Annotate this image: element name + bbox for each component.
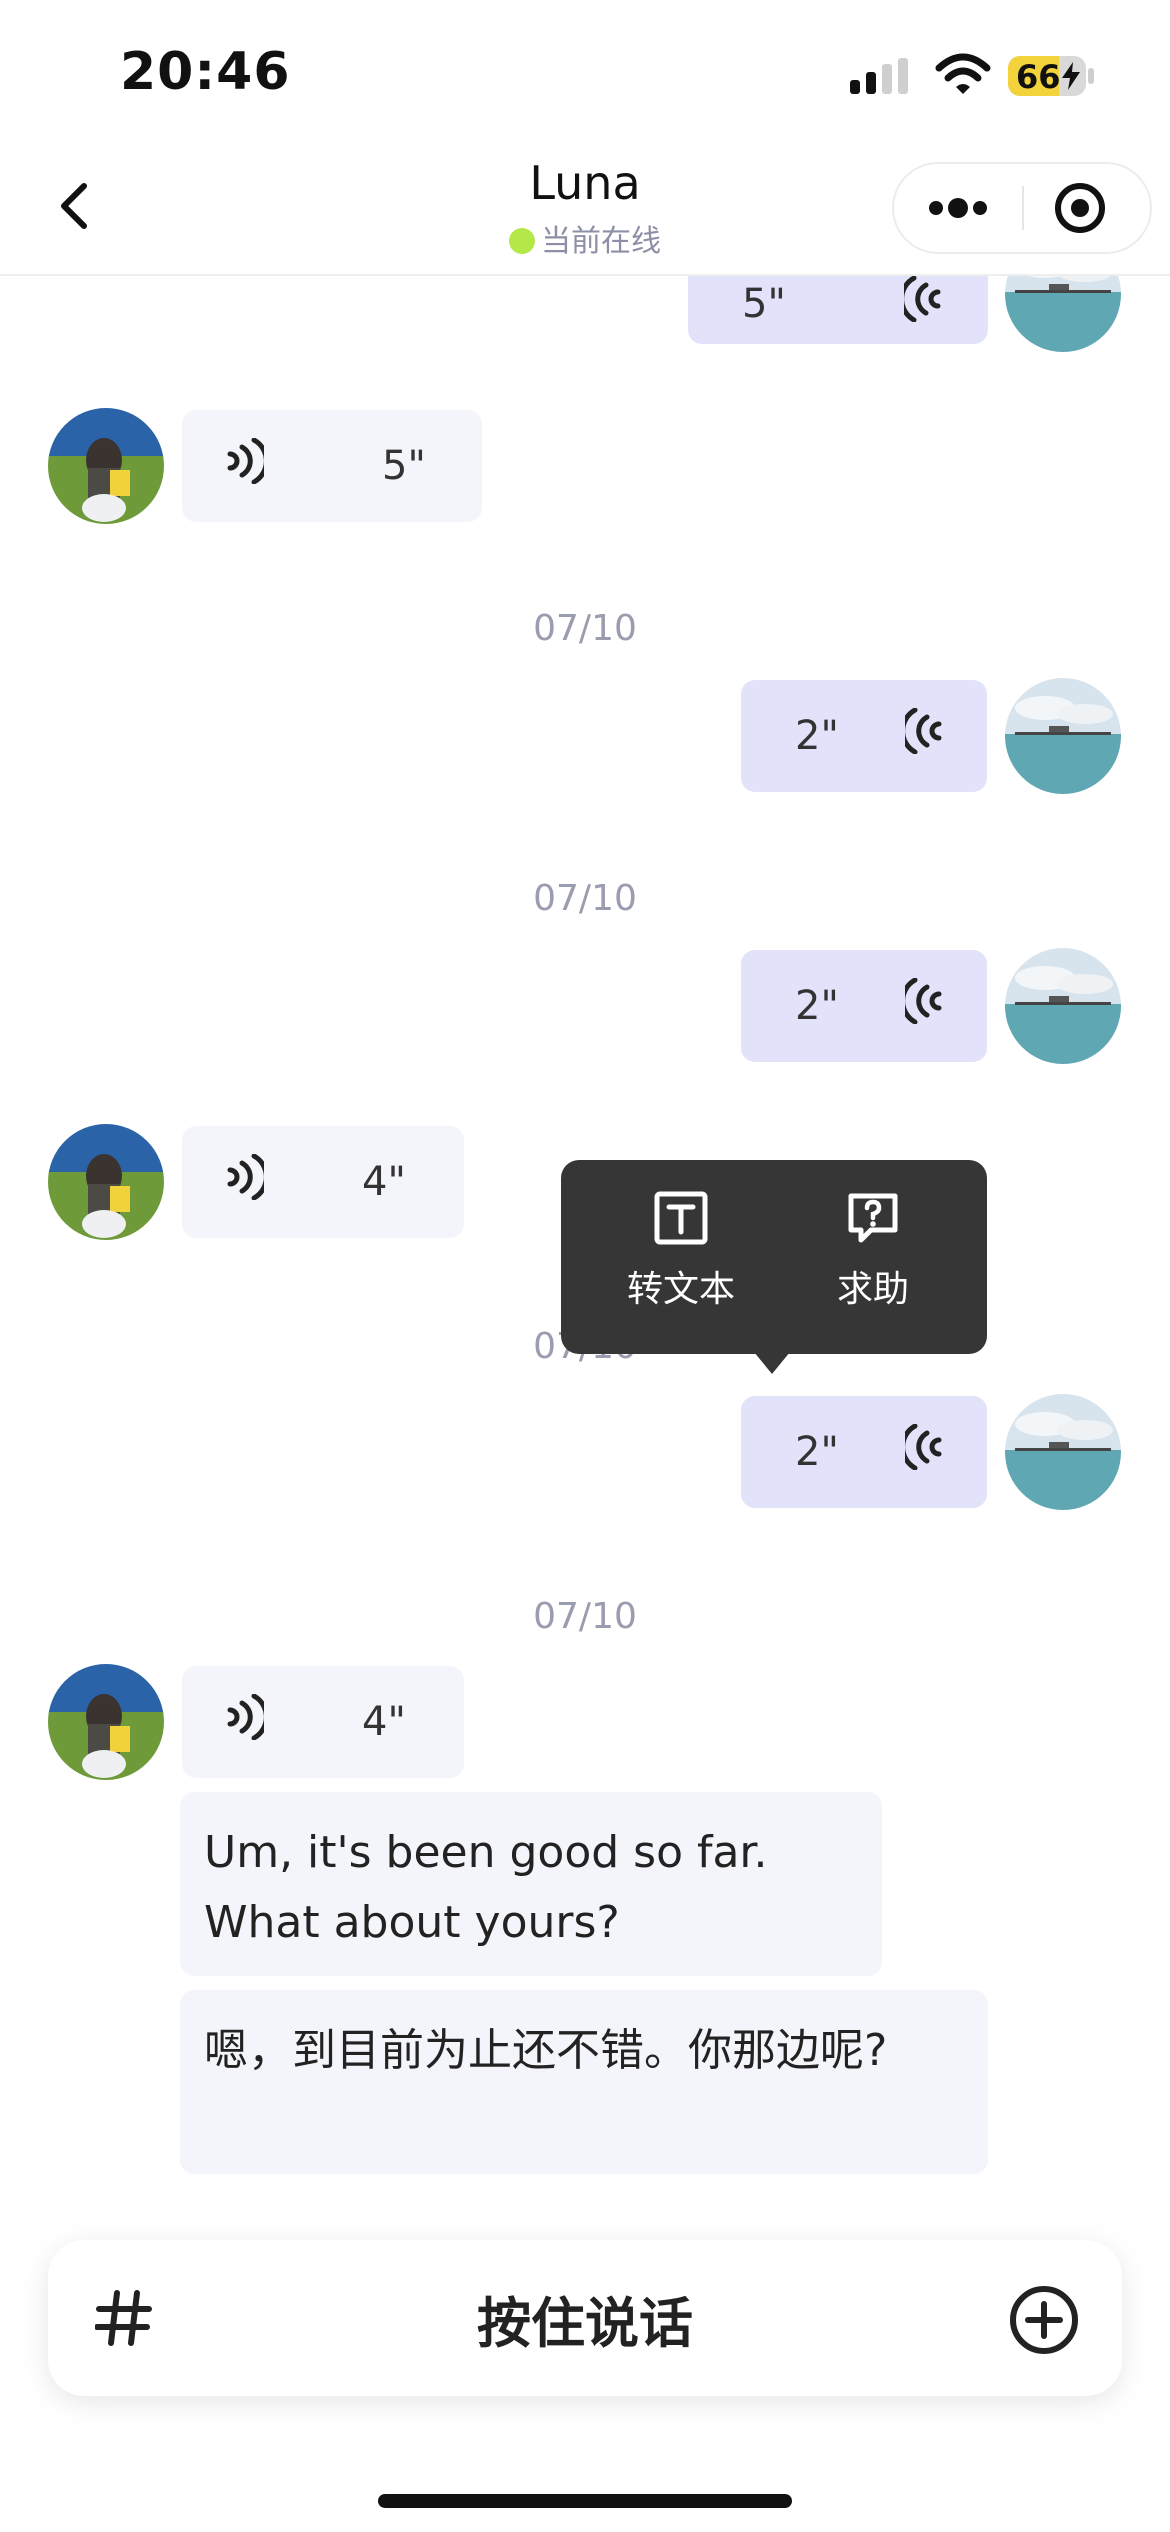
convert-to-text-label: 转文本 <box>626 1269 735 1310</box>
voice-message-received[interactable]: 4" <box>182 1666 464 1778</box>
voice-wave-icon <box>224 1693 269 1750</box>
help-label: 求助 <box>836 1269 909 1310</box>
voice-message-sent[interactable]: 2" <box>741 1396 987 1508</box>
message-timestamp: 07/10 <box>533 1596 637 1637</box>
status-time: 20:46 <box>120 42 291 102</box>
voice-duration: 2" <box>795 713 839 759</box>
voice-message-received[interactable]: 5" <box>182 410 482 522</box>
voice-wave-icon <box>899 275 944 332</box>
my-avatar[interactable] <box>1005 274 1121 352</box>
voice-message-sent[interactable]: 5" <box>688 274 988 344</box>
hold-to-talk-button[interactable]: 按住说话 <box>248 2240 922 2396</box>
battery-percent: 66 <box>1016 58 1061 96</box>
voice-duration: 4" <box>362 1159 406 1205</box>
voice-wave-icon <box>224 437 269 494</box>
message-timestamp: 07/10 <box>533 878 637 919</box>
voice-duration: 2" <box>795 983 839 1029</box>
contact-avatar[interactable] <box>48 1664 164 1780</box>
nav-bar: Luna 当前在线 <box>0 150 1170 276</box>
wifi-icon <box>935 52 991 100</box>
more-button[interactable] <box>926 186 990 230</box>
voice-duration: 4" <box>362 1699 406 1745</box>
help-button[interactable]: 求助 <box>783 1190 963 1330</box>
hash-icon <box>95 2290 152 2346</box>
signal-icon <box>850 58 910 98</box>
voice-wave-icon <box>900 1423 945 1480</box>
my-avatar[interactable] <box>1005 1394 1121 1510</box>
text-icon <box>654 1191 708 1245</box>
online-status-label: 当前在线 <box>541 224 661 259</box>
voice-duration: 5" <box>742 281 786 327</box>
contact-avatar[interactable] <box>48 1124 164 1240</box>
voice-action-popover: 转文本 求助 <box>561 1160 987 1354</box>
topic-button[interactable] <box>88 2282 160 2354</box>
status-bar: 20:46 66 <box>0 0 1170 150</box>
voice-message-received[interactable]: 4" <box>182 1126 464 1238</box>
voice-wave-icon <box>224 1153 269 1210</box>
voice-duration: 5" <box>382 443 426 489</box>
popover-arrow <box>754 1352 790 1374</box>
voice-translation[interactable]: 嗯，到目前为止还不错。你那边呢? <box>180 1990 988 2174</box>
target-close-icon <box>1055 183 1105 233</box>
chat-screen: 20:46 66 Luna 当前在线 5" 5" 07/10 2" 07/10 … <box>0 0 1170 2532</box>
voice-message-sent[interactable]: 2" <box>741 950 987 1062</box>
convert-to-text-button[interactable]: 转文本 <box>591 1190 771 1330</box>
online-dot-icon <box>509 228 535 254</box>
my-avatar[interactable] <box>1005 948 1121 1064</box>
contact-avatar[interactable] <box>48 408 164 524</box>
add-button[interactable] <box>1006 2282 1082 2358</box>
help-icon <box>848 1193 898 1243</box>
plus-circle-icon <box>1010 2286 1078 2354</box>
close-mini-program-button[interactable] <box>1052 180 1108 236</box>
voice-wave-icon <box>900 977 945 1034</box>
voice-message-sent[interactable]: 2" <box>741 680 987 792</box>
input-bar: 按住说话 <box>48 2240 1122 2396</box>
charging-bolt-icon <box>1062 62 1080 94</box>
home-indicator[interactable] <box>378 2494 792 2508</box>
battery-indicator: 66 <box>1008 56 1086 96</box>
my-avatar[interactable] <box>1005 678 1121 794</box>
voice-duration: 2" <box>795 1429 839 1475</box>
message-timestamp: 07/10 <box>533 608 637 649</box>
mini-program-capsule <box>892 162 1152 254</box>
voice-wave-icon <box>900 707 945 764</box>
battery-cap <box>1088 68 1094 84</box>
more-dots-icon <box>929 198 987 218</box>
voice-transcript[interactable]: Um, it's been good so far. What about yo… <box>180 1792 882 1976</box>
capsule-divider <box>1022 186 1024 230</box>
